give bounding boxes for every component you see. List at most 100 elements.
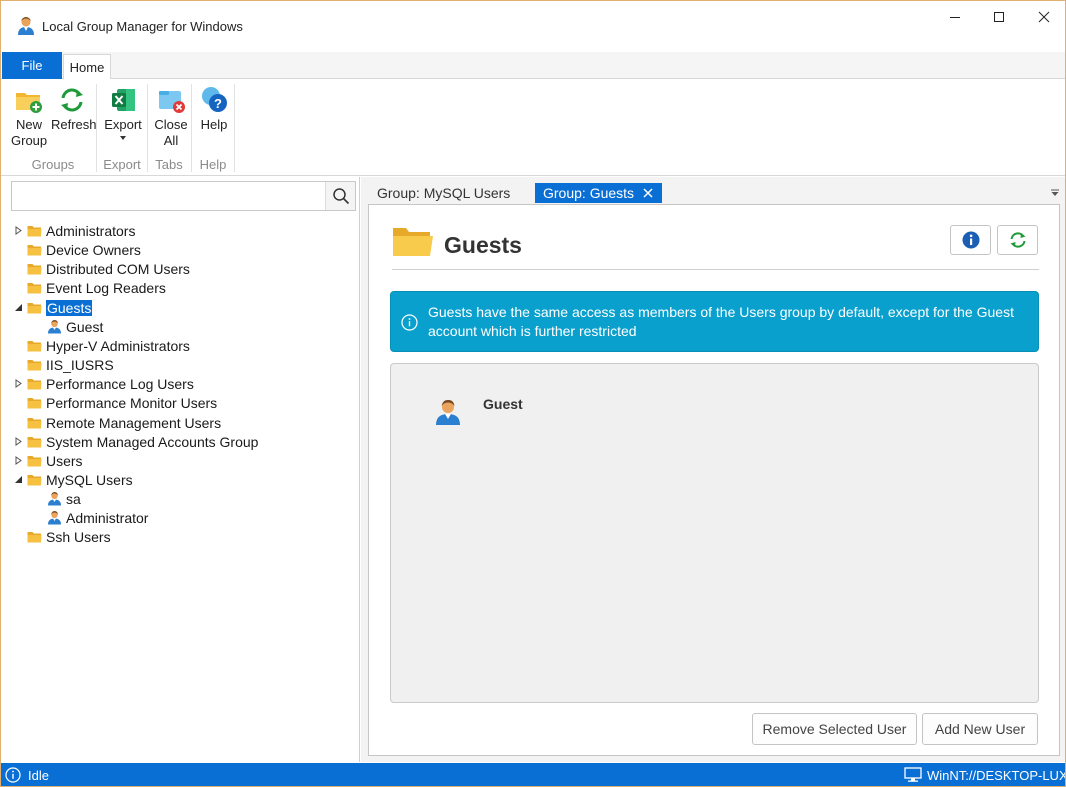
- app-icon: [18, 17, 34, 35]
- close-all-button[interactable]: Close All: [151, 85, 191, 149]
- add-new-user-button[interactable]: Add New User: [922, 713, 1038, 745]
- tree-group-item[interactable]: MySQL Users: [14, 470, 133, 489]
- svg-text:?: ?: [214, 96, 222, 111]
- help-icon: ?: [202, 87, 227, 112]
- collapsed-arrow-icon[interactable]: [13, 378, 23, 388]
- tree-item-label: Administrators: [46, 222, 136, 239]
- refresh-group-button[interactable]: [997, 225, 1038, 255]
- folder-icon: [27, 378, 42, 389]
- tree-group-item[interactable]: Remote Management Users: [27, 413, 221, 432]
- members-list[interactable]: Guest: [390, 363, 1039, 703]
- tree-group-item[interactable]: Users: [15, 451, 83, 470]
- collapsed-arrow-icon[interactable]: [13, 225, 23, 235]
- folder-icon: [27, 417, 42, 428]
- tab-label: Group: Guests: [543, 185, 635, 201]
- help-button[interactable]: ? Help: [195, 85, 233, 133]
- refresh-icon: [61, 88, 83, 112]
- group-description: Guests have the same access as members o…: [428, 304, 1014, 339]
- excel-icon: [112, 89, 135, 111]
- tree-group-item[interactable]: System Managed Accounts Group: [15, 432, 259, 451]
- folder-icon: [27, 225, 42, 236]
- tree-item-label: Remote Management Users: [46, 414, 222, 431]
- tree-item-label: Device Owners: [46, 241, 141, 258]
- tree-item-label: Distributed COM Users: [46, 260, 190, 277]
- info-icon: [401, 314, 418, 331]
- folder-icon: [27, 282, 42, 293]
- user-icon: [48, 511, 61, 525]
- tree-item-label: Hyper-V Administrators: [46, 337, 190, 354]
- tree-item-label: MySQL Users: [46, 471, 133, 488]
- tab-home[interactable]: Home: [63, 54, 111, 80]
- new-folder-icon: [16, 93, 42, 113]
- close-all-label-2: All: [163, 133, 179, 148]
- expanded-arrow-icon[interactable]: [13, 474, 23, 484]
- ribbon-separator: [147, 84, 148, 172]
- ribbon-separator: [191, 84, 192, 172]
- ribbon: New Group Refresh Export Close All ? Hel…: [1, 79, 1065, 176]
- dropdown-arrow-icon: [120, 136, 126, 140]
- tab-guests[interactable]: Group: Guests: [535, 183, 663, 203]
- close-all-label-1: Close: [154, 117, 188, 132]
- tab-list-dropdown-icon[interactable]: [1050, 189, 1060, 197]
- minimize-button[interactable]: [932, 1, 978, 33]
- user-icon: [436, 399, 460, 425]
- tree-group-item[interactable]: Distributed COM Users: [27, 259, 190, 278]
- tree-user-item[interactable]: Guest: [47, 317, 103, 336]
- expanded-arrow-icon[interactable]: [13, 302, 23, 312]
- export-button[interactable]: Export: [102, 85, 144, 141]
- tree-item-label: Administrator: [66, 509, 149, 526]
- folder-icon: [27, 359, 42, 370]
- user-icon: [48, 492, 61, 506]
- ribbon-tab-strip: File Home: [1, 52, 1065, 80]
- close-button[interactable]: [1021, 1, 1065, 33]
- info-button[interactable]: [950, 225, 991, 255]
- computer-icon: [904, 767, 922, 782]
- new-group-button[interactable]: New Group: [11, 85, 47, 149]
- tree-group-item[interactable]: Performance Monitor Users: [27, 393, 217, 412]
- search-button[interactable]: [325, 182, 355, 210]
- tree-item-label: Guest: [66, 318, 104, 335]
- tab-file[interactable]: File: [2, 52, 62, 79]
- group-label-help: Help: [199, 157, 227, 172]
- maximize-icon: [994, 12, 1004, 22]
- collapsed-arrow-icon[interactable]: [13, 436, 23, 446]
- group-detail-panel: Guests Guests have the same access as me…: [368, 204, 1060, 756]
- search-box: [11, 181, 356, 211]
- tree-group-item[interactable]: IIS_IUSRS: [27, 355, 114, 374]
- tree-group-item[interactable]: Event Log Readers: [27, 278, 166, 297]
- close-icon: [1038, 11, 1050, 23]
- tree-item-label: Guests: [46, 299, 93, 316]
- connection-host: WinNT://DESKTOP-LUX: [927, 768, 1066, 783]
- help-label: Help: [200, 117, 228, 132]
- tree-group-item[interactable]: Ssh Users: [27, 527, 111, 546]
- group-label-export: Export: [103, 157, 141, 172]
- search-input[interactable]: [14, 184, 326, 208]
- tree-item-label: System Managed Accounts Group: [46, 433, 259, 450]
- group-tree-pane: Administrators Device Owners Distributed C…: [1, 177, 360, 762]
- close-all-tabs-icon: [159, 91, 185, 113]
- tree-group-item[interactable]: Administrators: [15, 221, 136, 240]
- description-alert: Guests have the same access as members o…: [390, 291, 1039, 352]
- new-group-label-2: Group: [11, 133, 48, 148]
- folder-icon: [27, 455, 42, 466]
- refresh-button[interactable]: Refresh: [51, 85, 97, 133]
- header-divider: [392, 269, 1039, 270]
- remove-selected-user-button[interactable]: Remove Selected User: [752, 713, 917, 745]
- tree-user-item[interactable]: sa: [47, 489, 81, 508]
- group-label-tabs: Tabs: [155, 157, 183, 172]
- tab-close-button[interactable]: [642, 187, 654, 199]
- collapsed-arrow-icon[interactable]: [13, 455, 23, 465]
- maximize-button[interactable]: [976, 1, 1022, 33]
- tab-mysql-users[interactable]: Group: MySQL Users: [369, 183, 518, 203]
- folder-icon: [27, 263, 42, 274]
- app-window: Local Group Manager for Windows File Hom…: [0, 0, 1066, 787]
- new-group-label-1: New: [15, 117, 42, 132]
- tree-item-label: Event Log Readers: [46, 279, 166, 296]
- tree-user-item[interactable]: Administrator: [47, 508, 148, 527]
- title-bar: Local Group Manager for Windows: [1, 1, 1065, 52]
- window-title: Local Group Manager for Windows: [42, 19, 243, 34]
- tree-group-item[interactable]: Device Owners: [27, 240, 141, 259]
- tree-group-item[interactable]: Hyper-V Administrators: [27, 336, 190, 355]
- tree-group-item[interactable]: Guests: [14, 298, 93, 317]
- tree-group-item[interactable]: Performance Log Users: [15, 374, 194, 393]
